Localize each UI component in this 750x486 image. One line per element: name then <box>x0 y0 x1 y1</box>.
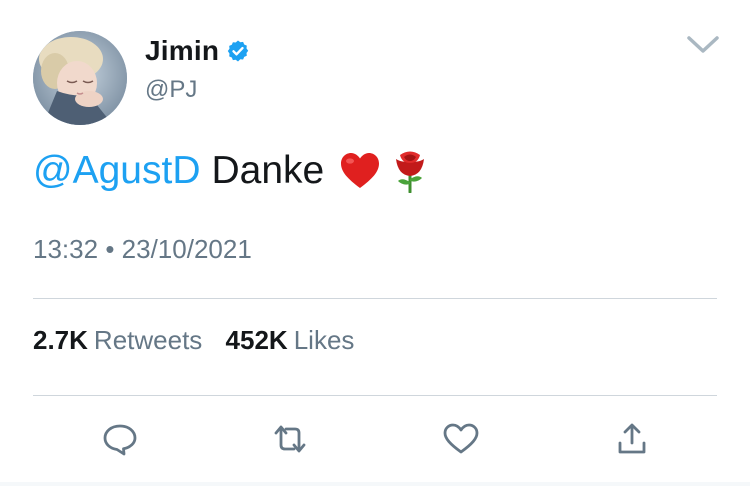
chevron-down-icon[interactable] <box>686 34 720 56</box>
tweet-body-text: Danke <box>211 149 325 192</box>
likes-count: 452K <box>225 325 288 355</box>
retweets-stat[interactable]: 2.7K Retweets <box>33 325 210 355</box>
author-name[interactable]: Jimin <box>145 35 219 67</box>
likes-stat[interactable]: 452K Likes <box>226 325 355 355</box>
tweet-detail: Jimin @PJ @AgustD Danke 13:32 • 23/10/20… <box>0 0 750 486</box>
tweet-timestamp[interactable]: 13:32 • 23/10/2021 <box>33 234 252 265</box>
avatar-image <box>33 31 127 125</box>
tweet-stats: 2.7K Retweets 452K Likes <box>33 325 354 356</box>
reply-icon[interactable] <box>100 421 140 457</box>
tweet-date: 23/10/2021 <box>121 234 252 264</box>
tweet-time: 13:32 <box>33 234 99 264</box>
rose-emoji <box>388 149 432 194</box>
verified-badge-icon <box>226 39 250 63</box>
heart-emoji <box>338 149 382 193</box>
retweets-count: 2.7K <box>33 325 88 355</box>
share-icon[interactable] <box>612 421 652 457</box>
divider <box>33 298 717 299</box>
retweets-label: Retweets <box>93 325 203 355</box>
avatar[interactable] <box>33 31 127 125</box>
bottom-edge <box>0 482 750 486</box>
author-name-row: Jimin <box>145 33 250 69</box>
tweet-text: @AgustD Danke <box>33 145 432 197</box>
like-icon[interactable] <box>441 421 481 457</box>
author-handle[interactable]: @PJ <box>145 76 197 104</box>
divider <box>33 395 717 396</box>
likes-label: Likes <box>293 325 355 355</box>
meta-separator: • <box>105 234 115 264</box>
mention-link[interactable]: @AgustD <box>33 145 200 197</box>
retweet-icon[interactable] <box>270 421 310 457</box>
